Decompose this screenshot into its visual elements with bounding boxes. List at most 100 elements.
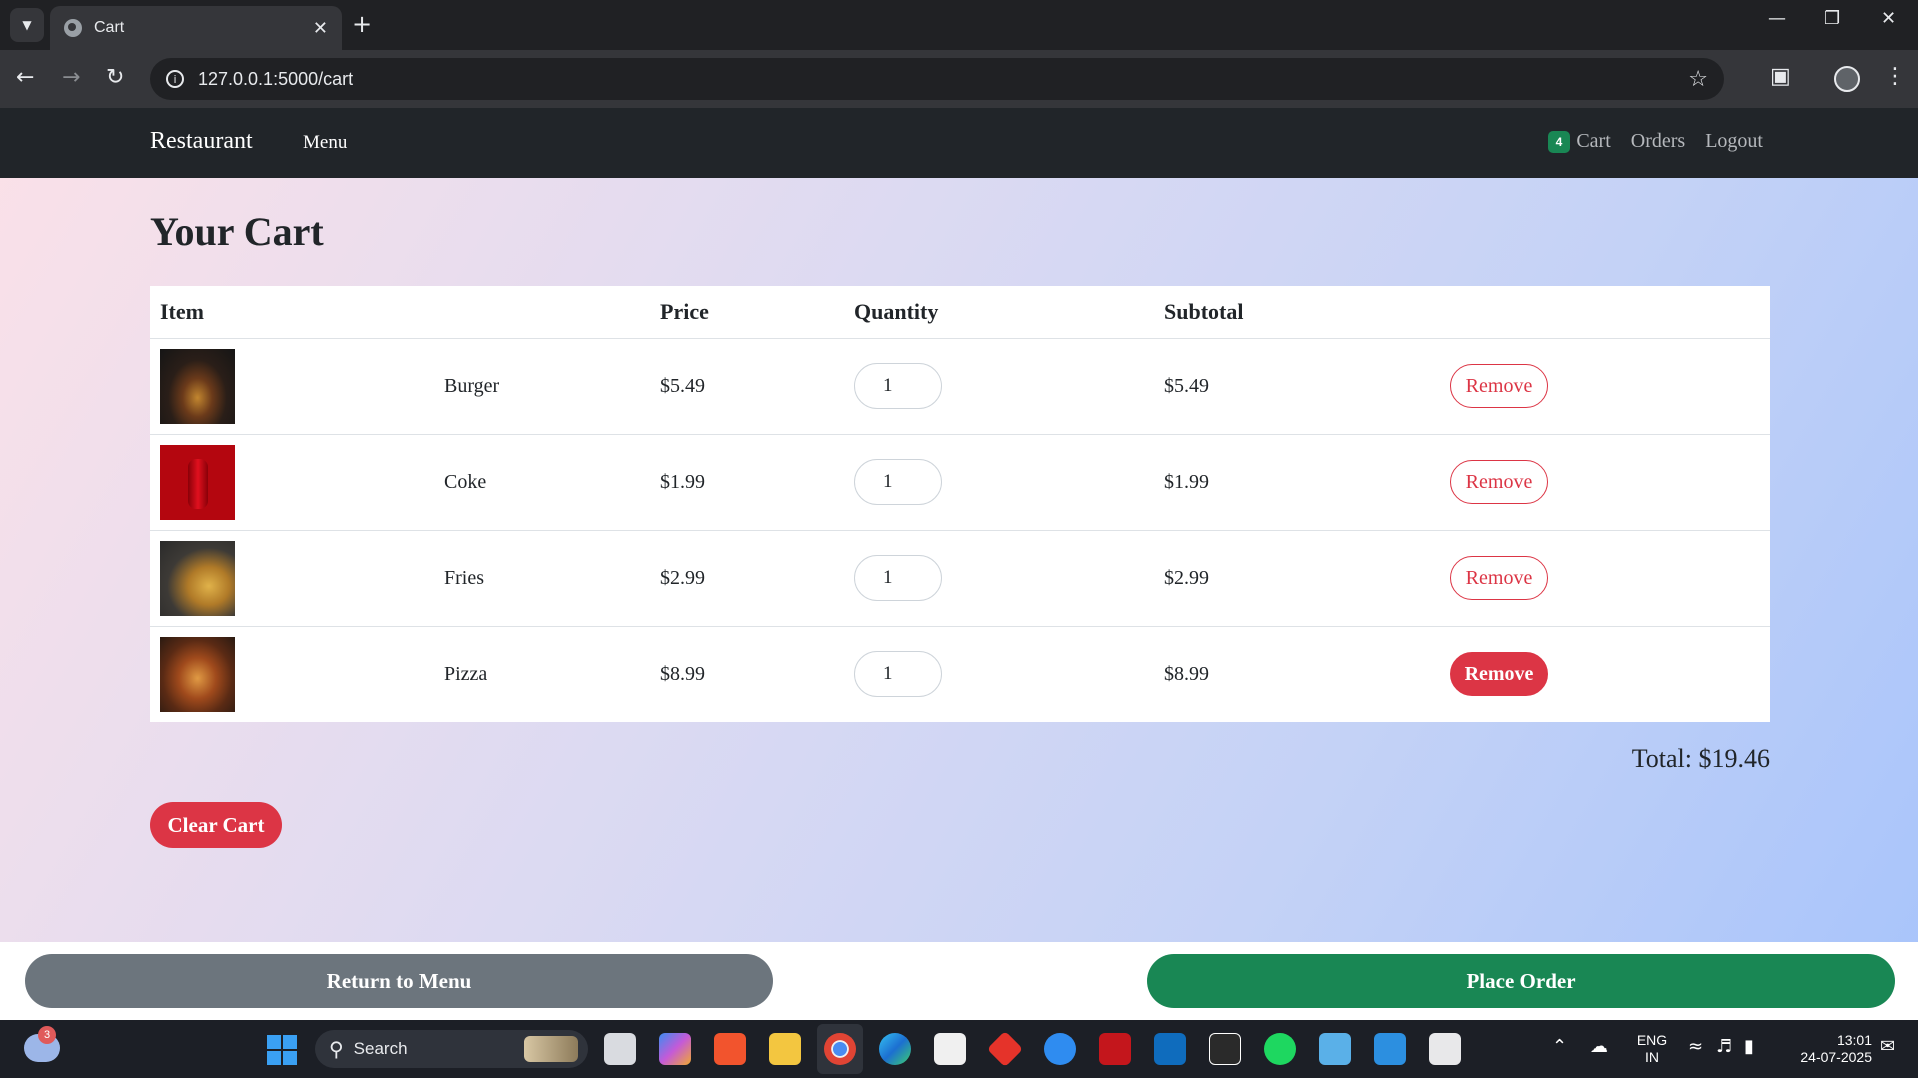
address-bar[interactable]: i 127.0.0.1:5000/cart ☆ xyxy=(150,58,1724,100)
search-highlight-image xyxy=(524,1036,578,1062)
folder-icon[interactable] xyxy=(769,1033,801,1065)
back-icon[interactable]: ← xyxy=(16,64,34,92)
file-explorer-icon[interactable] xyxy=(604,1033,636,1065)
onedrive-icon[interactable]: ☁ xyxy=(1590,1036,1608,1057)
remove-button[interactable]: Remove xyxy=(1450,364,1548,408)
language-indicator[interactable]: ENG IN xyxy=(1632,1032,1672,1066)
quantity-input[interactable] xyxy=(854,459,942,505)
header-item: Item xyxy=(150,286,434,339)
cart-count-badge: 4 xyxy=(1547,130,1571,153)
table-row: Coke $1.99 $1.99 Remove xyxy=(150,434,1770,531)
info-icon[interactable]: i xyxy=(166,70,184,88)
help-icon[interactable] xyxy=(1044,1033,1076,1065)
new-tab-icon[interactable]: + xyxy=(352,10,372,38)
table-row: Burger $5.49 $5.49 Remove xyxy=(150,338,1770,435)
url-text[interactable]: 127.0.0.1:5000/cart xyxy=(198,69,1688,90)
quantity-input[interactable] xyxy=(854,363,942,409)
nav-orders-link[interactable]: Orders xyxy=(1631,130,1685,153)
nav-right: 4 Cart Orders Logout xyxy=(1547,130,1763,153)
extensions-icon[interactable]: ▣ xyxy=(1770,64,1791,89)
nav-menu-link[interactable]: Menu xyxy=(303,132,347,154)
battery-icon[interactable]: ▮ xyxy=(1744,1036,1754,1057)
weather-badge: 3 xyxy=(38,1026,56,1044)
quantity-input[interactable] xyxy=(854,555,942,601)
nav-logout-link[interactable]: Logout xyxy=(1705,130,1763,153)
window-close-icon[interactable]: ✕ xyxy=(1881,8,1896,29)
tab-search-icon[interactable]: ▼ xyxy=(10,8,44,42)
profile-avatar[interactable] xyxy=(1834,66,1860,92)
brand-link[interactable]: Restaurant xyxy=(150,128,253,155)
table-row: Pizza $8.99 $8.99 Remove xyxy=(150,626,1770,722)
reload-icon[interactable]: ↻ xyxy=(106,64,124,92)
item-name: Fries xyxy=(434,530,650,627)
table-row: Fries $2.99 $2.99 Remove xyxy=(150,530,1770,627)
return-to-menu-button[interactable]: Return to Menu xyxy=(25,954,773,1008)
taskbar-search[interactable]: ⚲ Search xyxy=(315,1030,588,1068)
notification-icon[interactable]: ✉ xyxy=(1880,1036,1895,1057)
mcafee-icon[interactable] xyxy=(1099,1033,1131,1065)
item-price: $8.99 xyxy=(660,662,705,685)
burger-image xyxy=(160,348,235,424)
chevron-up-icon[interactable]: ⌃ xyxy=(1552,1036,1567,1057)
item-name: Burger xyxy=(434,338,650,435)
brave-icon[interactable] xyxy=(714,1033,746,1065)
item-price: $1.99 xyxy=(650,434,844,531)
item-price: $2.99 xyxy=(650,530,844,627)
bottom-action-bar: Return to Menu Place Order xyxy=(0,942,1918,1020)
table-header-row: Item Price Quantity Subtotal xyxy=(150,286,1770,339)
quantity-input[interactable] xyxy=(854,651,942,698)
item-name: Coke xyxy=(434,434,650,531)
volume-icon[interactable]: ♬ xyxy=(1716,1036,1732,1057)
star-icon[interactable]: ☆ xyxy=(1688,67,1708,92)
browser-tab-bar: ▼ Cart ✕ + — ❐ ✕ xyxy=(0,0,1918,50)
header-name xyxy=(434,286,650,339)
pizza-image xyxy=(160,636,235,712)
store-icon[interactable] xyxy=(934,1033,966,1065)
remove-button[interactable]: Remove xyxy=(1450,556,1548,600)
cart-link-label: Cart xyxy=(1576,130,1611,152)
remove-button[interactable]: Remove xyxy=(1450,652,1548,697)
cart-total: Total: $19.46 xyxy=(1631,744,1770,773)
spotify-icon[interactable] xyxy=(1264,1033,1296,1065)
wifi-icon[interactable]: ≈ xyxy=(1688,1036,1703,1057)
start-icon[interactable] xyxy=(267,1035,297,1065)
browser-tab[interactable]: Cart ✕ xyxy=(50,6,342,50)
epic-games-icon[interactable] xyxy=(1209,1033,1241,1065)
more-icon[interactable]: ⋮ xyxy=(1884,64,1906,89)
nav-cart-link[interactable]: 4 Cart xyxy=(1547,130,1611,153)
site-navbar: Restaurant Menu 4 Cart Orders Logout xyxy=(0,108,1918,178)
remove-button[interactable]: Remove xyxy=(1450,460,1548,504)
page-title: Your Cart xyxy=(150,209,324,254)
copilot-icon[interactable] xyxy=(659,1033,691,1065)
windows-taskbar: 3 ⚲ Search ⌃ ☁ ENG IN ≈ ♬ ▮ 13:01 24-07-… xyxy=(0,1020,1918,1078)
coke-image xyxy=(160,444,235,520)
outlook-icon[interactable] xyxy=(1154,1033,1186,1065)
item-name: Pizza xyxy=(444,662,488,685)
fries-image xyxy=(160,540,235,616)
close-icon[interactable]: ✕ xyxy=(313,18,328,39)
globe-icon xyxy=(64,19,82,37)
header-price: Price xyxy=(650,286,844,339)
cart-table: Item Price Quantity Subtotal Burger $5.4… xyxy=(150,286,1770,722)
page-content: Restaurant Menu 4 Cart Orders Logout You… xyxy=(0,108,1918,1020)
notepad-icon[interactable] xyxy=(1319,1033,1351,1065)
item-subtotal: $1.99 xyxy=(1154,434,1440,531)
minimize-icon[interactable]: — xyxy=(1768,8,1786,29)
forward-icon[interactable]: → xyxy=(62,64,80,92)
header-subtotal: Subtotal xyxy=(1154,286,1440,339)
place-order-button[interactable]: Place Order xyxy=(1147,954,1895,1008)
clear-cart-button[interactable]: Clear Cart xyxy=(150,802,282,848)
item-price: $5.49 xyxy=(650,338,844,435)
snipping-tool-icon[interactable] xyxy=(1429,1033,1461,1065)
git-icon[interactable] xyxy=(986,1030,1024,1068)
browser-toolbar: ← → ↻ i 127.0.0.1:5000/cart ☆ ▣ ⋮ xyxy=(0,50,1918,108)
search-icon: ⚲ xyxy=(329,1037,344,1061)
item-subtotal: $5.49 xyxy=(1154,338,1440,435)
clock[interactable]: 13:01 24-07-2025 xyxy=(1782,1032,1872,1066)
item-subtotal: $2.99 xyxy=(1154,530,1440,627)
chrome-icon[interactable] xyxy=(824,1033,856,1065)
item-subtotal: $8.99 xyxy=(1164,662,1209,685)
edge-icon[interactable] xyxy=(879,1033,911,1065)
vscode-icon[interactable] xyxy=(1374,1033,1406,1065)
restore-icon[interactable]: ❐ xyxy=(1824,8,1840,29)
